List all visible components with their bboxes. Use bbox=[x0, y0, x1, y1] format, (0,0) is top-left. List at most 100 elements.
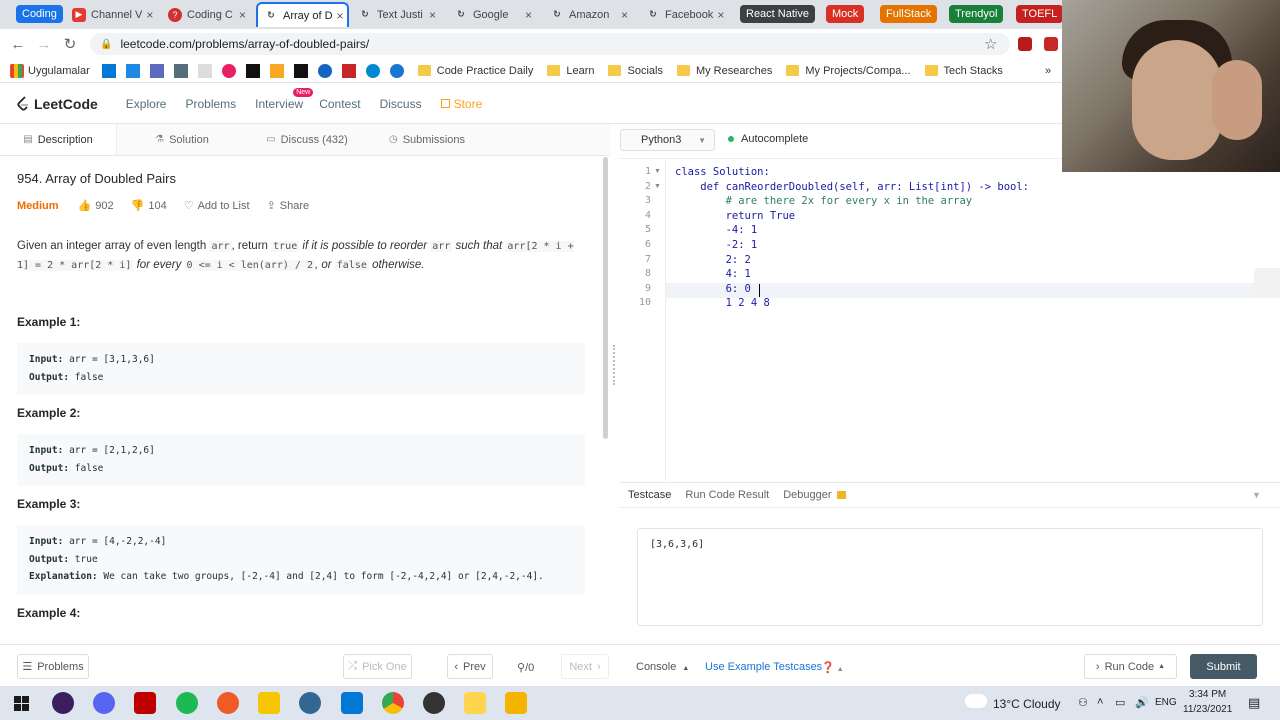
forward-icon[interactable]: → bbox=[31, 36, 57, 53]
autocomplete-toggle[interactable]: Autocomplete bbox=[728, 133, 808, 145]
console-toggle[interactable]: Console ▲ bbox=[636, 661, 689, 673]
bookmark-icon[interactable] bbox=[389, 63, 404, 78]
browser-tab-amazon[interactable]: ↻ Amazon × bbox=[544, 2, 634, 27]
tab-group-trendyol[interactable]: Trendyol bbox=[949, 5, 1004, 23]
language-indicator[interactable]: ENG bbox=[1155, 697, 1177, 708]
clock-date[interactable]: 11/23/2021 bbox=[1183, 704, 1232, 715]
language-select[interactable]: Python3 ▼ bbox=[620, 129, 715, 151]
add-to-list-button[interactable]: ♡ Add to List bbox=[184, 199, 250, 213]
vscode-icon[interactable] bbox=[341, 692, 363, 714]
bookmarks-overflow-icon[interactable]: » bbox=[1045, 65, 1051, 77]
browser-tab-facebook[interactable]: ↻ Facebook × bbox=[640, 2, 730, 27]
code-line[interactable]: 6: 0 bbox=[675, 283, 751, 295]
tab-group-mock[interactable]: Mock bbox=[826, 5, 865, 23]
bookmark-icon[interactable] bbox=[269, 63, 284, 78]
fold-arrow-icon[interactable]: ▼ bbox=[654, 168, 661, 175]
nav-discuss[interactable]: Discuss bbox=[380, 97, 422, 111]
url-bar[interactable]: 🔒 leetcode.com/problems/array-of-doubled… bbox=[90, 33, 1010, 55]
tray-people-icon[interactable]: ⚇ bbox=[1078, 696, 1088, 709]
code-line[interactable]: 1 2 4 8 bbox=[675, 297, 770, 309]
nav-explore[interactable]: Explore bbox=[126, 97, 167, 111]
clock-time[interactable]: 3:34 PM bbox=[1189, 689, 1226, 700]
github-icon[interactable] bbox=[423, 692, 445, 714]
tab-group-fullstack[interactable]: FullStack bbox=[880, 5, 938, 23]
question-icon[interactable] bbox=[341, 63, 356, 78]
code-line[interactable]: -2: 1 bbox=[675, 239, 758, 251]
nav-problems[interactable]: Problems bbox=[185, 97, 236, 111]
nav-contest[interactable]: Contest bbox=[319, 97, 360, 111]
code-line[interactable]: -4: 1 bbox=[675, 224, 758, 236]
dislike-button[interactable]: 👎 104 bbox=[131, 199, 167, 213]
submit-button[interactable]: Submit bbox=[1190, 654, 1257, 679]
windows-start-icon[interactable] bbox=[14, 696, 29, 711]
bookmark-folder-code-practice[interactable]: Code Practice Daily bbox=[417, 65, 533, 77]
run-code-button[interactable]: › Run Code ▲ bbox=[1084, 654, 1177, 679]
chevron-up-icon[interactable]: ˄ bbox=[1097, 696, 1103, 708]
bookmark-folder-my-projects[interactable]: My Projects/Compa... bbox=[786, 65, 911, 77]
problems-button[interactable]: ☰ Problems bbox=[17, 654, 89, 679]
bookmark-icon[interactable] bbox=[125, 63, 140, 78]
reload-icon[interactable]: ↻ bbox=[57, 35, 83, 53]
code-editor[interactable]: 1 ▼ 2 ▼ 3 4 5 6 7 8 9 10 class Solution: def canReo… bbox=[620, 158, 1280, 481]
notifications-icon[interactable]: ▤ bbox=[1248, 695, 1260, 711]
bookmark-icon[interactable] bbox=[173, 63, 188, 78]
leetcode-logo[interactable]: LeetCode bbox=[16, 96, 98, 112]
bookmark-star-icon[interactable]: ☆ bbox=[984, 35, 997, 53]
bookmark-folder-learn[interactable]: Learn bbox=[547, 65, 594, 77]
browser-tab-google[interactable]: ↻ Google × bbox=[448, 2, 538, 27]
chevron-down-icon[interactable]: ▼ bbox=[1252, 490, 1261, 500]
close-icon[interactable]: × bbox=[142, 8, 153, 22]
fold-arrow-icon[interactable]: ▼ bbox=[654, 183, 661, 190]
nav-store[interactable]: Store bbox=[440, 97, 482, 111]
like-button[interactable]: 👍 902 bbox=[78, 199, 114, 213]
description-scrollbar[interactable] bbox=[603, 157, 608, 439]
volume-icon[interactable]: 🔊 bbox=[1135, 696, 1149, 709]
next-button[interactable]: Next › bbox=[561, 654, 609, 679]
side-panel-toggle[interactable] bbox=[1254, 268, 1280, 298]
browser-tab-text-justification[interactable]: ↻ Text Justi × bbox=[352, 2, 442, 27]
close-icon[interactable]: × bbox=[617, 8, 628, 22]
app-icon[interactable] bbox=[52, 692, 74, 714]
code-line[interactable]: 2: 2 bbox=[675, 254, 751, 266]
brain-icon[interactable] bbox=[221, 63, 236, 78]
extension-icon[interactable] bbox=[1018, 37, 1032, 51]
code-line[interactable]: return True bbox=[675, 210, 796, 222]
sticky-notes-icon[interactable] bbox=[464, 692, 486, 714]
extension-icon[interactable] bbox=[1044, 37, 1058, 51]
weather-text[interactable]: 13°C Cloudy bbox=[993, 697, 1061, 711]
bookmark-icon[interactable] bbox=[317, 63, 332, 78]
use-example-testcases-link[interactable]: Use Example Testcases bbox=[705, 661, 822, 673]
bookmark-apps[interactable]: Uygulamalar bbox=[10, 63, 90, 78]
browser-tab-youtube[interactable]: ▶ Channel V × bbox=[66, 2, 156, 27]
battery-icon[interactable]: ▭ bbox=[1115, 696, 1125, 709]
discord-icon[interactable] bbox=[93, 692, 115, 714]
tab-discuss[interactable]: ▭ Discuss (432) bbox=[247, 124, 367, 155]
close-icon[interactable]: × bbox=[333, 9, 344, 23]
panel-resize-handle[interactable] bbox=[613, 345, 616, 385]
tab-solution[interactable]: ⚗ Solution bbox=[117, 124, 247, 155]
tab-debugger[interactable]: Debugger bbox=[783, 489, 846, 501]
back-icon[interactable]: ← bbox=[5, 36, 31, 53]
tab-group-toefl[interactable]: TOEFL bbox=[1016, 5, 1064, 23]
code-line[interactable]: 4: 1 bbox=[675, 268, 751, 280]
postman-icon[interactable] bbox=[217, 692, 239, 714]
close-icon[interactable]: × bbox=[235, 8, 246, 22]
spotify-icon[interactable] bbox=[176, 692, 198, 714]
bookmark-folder-tech-stacks[interactable]: Tech Stacks bbox=[924, 65, 1003, 77]
code-line[interactable]: class Solution: bbox=[675, 166, 770, 178]
code-line[interactable]: # are there 2x for every x in the array bbox=[675, 195, 973, 207]
postgres-icon[interactable] bbox=[299, 692, 321, 714]
outlook-icon[interactable] bbox=[101, 63, 116, 78]
close-icon[interactable]: × bbox=[713, 8, 724, 22]
filezilla-icon[interactable] bbox=[134, 692, 156, 714]
tab-group-react-native[interactable]: React Native bbox=[740, 5, 815, 23]
notion-icon[interactable] bbox=[293, 63, 308, 78]
tab-testcase[interactable]: Testcase bbox=[628, 489, 671, 501]
close-icon[interactable]: × bbox=[425, 8, 436, 22]
telegram-icon[interactable] bbox=[365, 63, 380, 78]
notion-icon[interactable] bbox=[245, 63, 260, 78]
help-button[interactable]: ❓ ▲ bbox=[821, 661, 844, 674]
bookmark-folder-socials[interactable]: Socials bbox=[608, 65, 663, 77]
file-explorer-icon[interactable] bbox=[505, 692, 527, 714]
tab-submissions[interactable]: ◷ Submissions bbox=[367, 124, 487, 155]
